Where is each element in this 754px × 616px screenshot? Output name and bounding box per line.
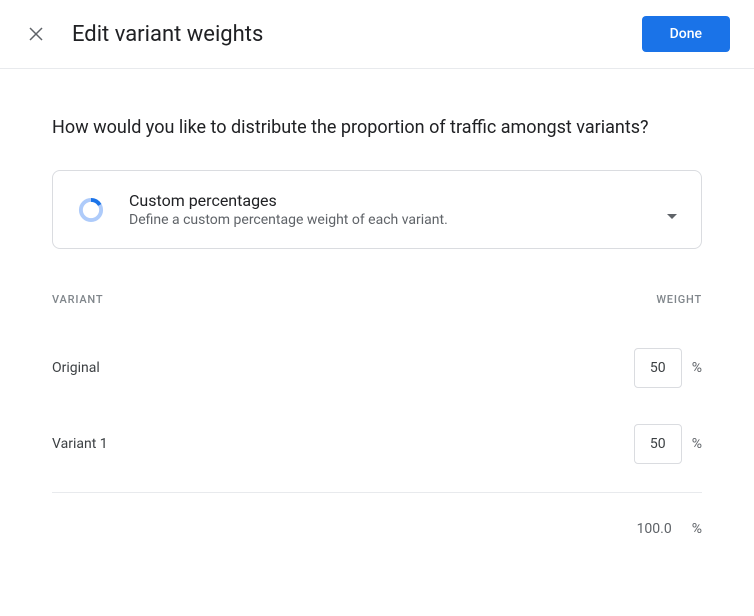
- weight-cell: %: [634, 348, 702, 388]
- weight-cell: %: [634, 424, 702, 464]
- weight-input[interactable]: [634, 424, 682, 464]
- weight-input[interactable]: [634, 348, 682, 388]
- variant-row: Original %: [52, 330, 702, 406]
- variant-label: Variant 1: [52, 436, 108, 452]
- selector-description: Define a custom percentage weight of eac…: [129, 212, 655, 228]
- percent-label: %: [692, 360, 702, 376]
- percent-label: %: [692, 521, 702, 537]
- dialog-header: Edit variant weights Done: [0, 0, 754, 69]
- distribution-selector[interactable]: Custom percentages Define a custom perce…: [52, 170, 702, 249]
- selector-text-block: Custom percentages Define a custom perce…: [129, 191, 655, 228]
- close-icon: [27, 25, 45, 43]
- column-variant-label: Variant: [52, 293, 103, 306]
- variant-table-header: Variant Weight: [52, 293, 702, 306]
- total-row: 100.0 %: [52, 493, 702, 537]
- total-value: 100.0: [637, 521, 672, 537]
- close-button[interactable]: [24, 22, 48, 46]
- done-button[interactable]: Done: [642, 16, 730, 52]
- percent-label: %: [692, 436, 702, 452]
- selector-title: Custom percentages: [129, 191, 655, 210]
- distribution-question: How would you like to distribute the pro…: [52, 117, 702, 138]
- variant-row: Variant 1 %: [52, 406, 702, 482]
- column-weight-label: Weight: [656, 293, 702, 306]
- variant-label: Original: [52, 360, 100, 376]
- dialog-content: How would you like to distribute the pro…: [0, 69, 754, 561]
- chevron-down-icon: [667, 205, 677, 215]
- custom-percentages-icon: [77, 196, 105, 224]
- dialog-title: Edit variant weights: [72, 22, 642, 47]
